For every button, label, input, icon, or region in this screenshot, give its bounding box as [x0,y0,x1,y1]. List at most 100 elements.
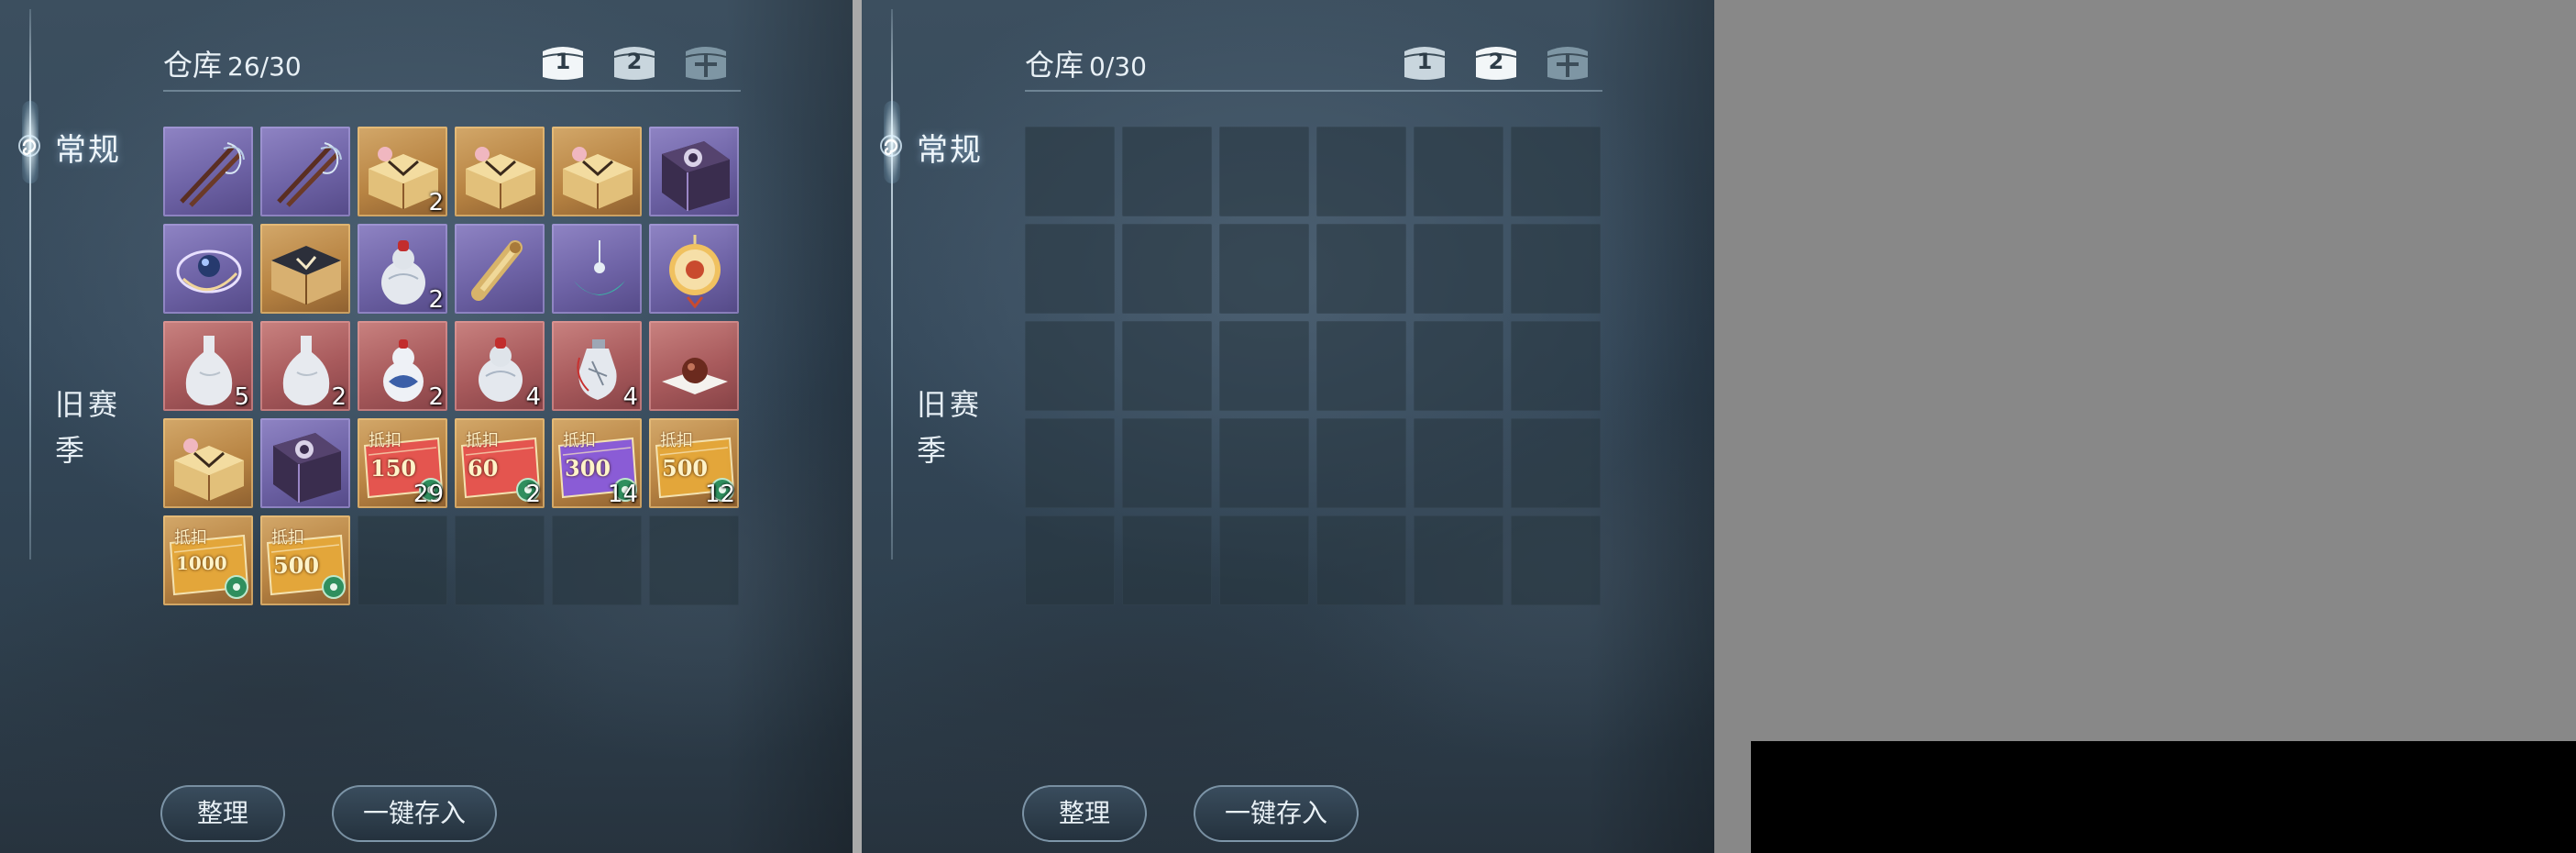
fishing-rod-icon [180,142,245,207]
empty-slot[interactable] [1511,321,1601,411]
voucher-amount: 60 [468,455,499,482]
empty-slot[interactable] [1414,515,1503,605]
empty-slot[interactable] [1316,224,1406,314]
page-1-button[interactable]: 1 [1401,40,1448,83]
empty-slot[interactable] [1511,515,1601,605]
panel-divider [853,0,862,853]
item-slot[interactable] [649,321,739,411]
warehouse-header: 仓库 26/30 1 2 [163,40,741,92]
title-label: 仓库 [1025,48,1084,83]
page-number: 1 [1416,49,1433,74]
item-slot[interactable] [260,127,350,216]
tab-old-season[interactable]: 旧赛季 [917,382,999,473]
empty-slot[interactable] [1316,321,1406,411]
empty-slot[interactable] [358,515,447,605]
item-grid: 2 2 5 2 2 4 4 抵扣 150 29 抵扣 60 2 抵扣 300 14 抵扣 500 12 抵扣 1000 抵… [163,127,741,608]
empty-slot[interactable] [1025,127,1115,216]
page-2-button[interactable]: 2 [1472,40,1520,83]
item-slot[interactable] [649,224,739,314]
page-number: 2 [626,49,643,74]
warehouse-title: 仓库 26/30 [163,42,302,84]
empty-slot[interactable] [1025,321,1115,411]
item-quantity: 12 [704,481,735,508]
empty-slot[interactable] [1316,418,1406,508]
item-slot[interactable] [260,418,350,508]
page-number: 1 [555,49,571,74]
empty-slot[interactable] [1219,515,1309,605]
deposit-all-button[interactable]: 一键存入 [1194,785,1359,842]
item-slot[interactable]: 抵扣 300 14 [552,418,642,508]
item-slot[interactable]: 4 [455,321,545,411]
empty-slot[interactable] [1414,224,1503,314]
page-1-button[interactable]: 1 [539,40,587,83]
item-slot[interactable]: 抵扣 150 29 [358,418,447,508]
item-slot[interactable]: 2 [358,224,447,314]
empty-slot[interactable] [1219,127,1309,216]
item-slot[interactable]: 2 [358,321,447,411]
item-slot[interactable] [163,127,253,216]
empty-slot[interactable] [1219,418,1309,508]
item-quantity: 29 [413,481,444,508]
pill-icon [662,358,728,394]
empty-slot[interactable] [455,515,545,605]
item-slot[interactable] [455,224,545,314]
sort-button[interactable]: 整理 [160,785,285,842]
empty-slot[interactable] [1025,418,1115,508]
warehouse-header: 仓库 0/30 1 2 [1025,40,1602,92]
tab-general[interactable]: 常规 [55,125,121,170]
empty-slot[interactable] [1414,321,1503,411]
item-slot[interactable] [163,224,253,314]
empty-slot[interactable] [1025,515,1115,605]
item-slot[interactable]: 5 [163,321,253,411]
voucher-amount: 150 [370,455,417,482]
warehouse-title: 仓库 0/30 [1025,42,1147,84]
page-add-button[interactable] [1544,40,1591,83]
empty-slot[interactable] [1219,321,1309,411]
item-slot[interactable]: 抵扣 60 2 [455,418,545,508]
empty-slot[interactable] [552,515,642,605]
empty-slot[interactable] [1122,224,1212,314]
empty-slot[interactable] [649,515,739,605]
voucher-amount: 300 [565,455,611,482]
item-slot[interactable] [163,418,253,508]
empty-slot[interactable] [1511,127,1601,216]
item-quantity: 2 [428,189,444,216]
voucher-label: 抵扣 [174,528,207,548]
voucher-label: 抵扣 [563,431,596,450]
empty-slot[interactable] [1414,127,1503,216]
item-slot[interactable] [552,224,642,314]
empty-slot[interactable] [1511,224,1601,314]
deposit-all-button[interactable]: 一键存入 [332,785,497,842]
voucher-amount: 1000 [176,552,227,574]
empty-slot[interactable] [1122,418,1212,508]
tab-old-season[interactable]: 旧赛季 [55,382,138,473]
capacity-count: 0/30 [1089,51,1147,82]
sort-button[interactable]: 整理 [1022,785,1147,842]
gift-box-icon [466,147,535,209]
spiral-icon [18,135,40,157]
empty-slot[interactable] [1316,127,1406,216]
item-slot[interactable]: 抵扣 500 [260,515,350,605]
empty-slot[interactable] [1316,515,1406,605]
empty-slot[interactable] [1511,418,1601,508]
page-add-button[interactable] [682,40,730,83]
tab-general[interactable]: 常规 [917,125,983,170]
item-slot[interactable] [552,127,642,216]
item-slot[interactable]: 抵扣 1000 [163,515,253,605]
empty-slot[interactable] [1025,224,1115,314]
item-slot[interactable]: 抵扣 500 12 [649,418,739,508]
empty-slot[interactable] [1414,418,1503,508]
item-quantity: 4 [622,383,638,411]
item-slot[interactable]: 4 [552,321,642,411]
empty-slot[interactable] [1122,127,1212,216]
item-slot[interactable]: 2 [260,321,350,411]
empty-slot[interactable] [1122,321,1212,411]
empty-slot[interactable] [1219,224,1309,314]
empty-slot[interactable] [1122,515,1212,605]
item-slot[interactable] [260,224,350,314]
item-slot[interactable]: 2 [358,127,447,216]
item-slot[interactable] [455,127,545,216]
item-slot[interactable] [649,127,739,216]
sidebar-line [29,9,31,559]
page-2-button[interactable]: 2 [611,40,658,83]
